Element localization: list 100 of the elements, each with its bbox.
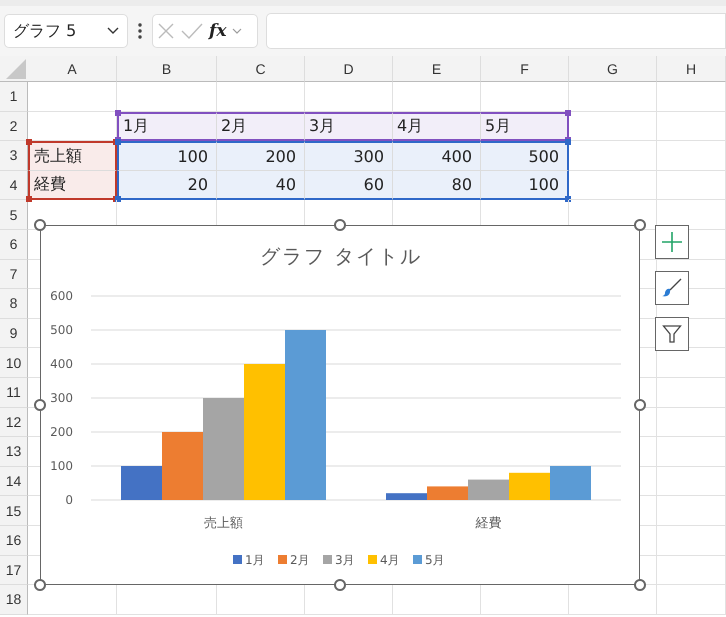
table-cell: [657, 141, 726, 171]
resize-handle[interactable]: [334, 219, 346, 231]
row-header[interactable]: 10: [0, 348, 28, 378]
insert-function-button[interactable]: fx: [209, 21, 226, 41]
table-cell: 300: [305, 141, 393, 171]
column-header[interactable]: B: [117, 56, 217, 82]
row-header[interactable]: 14: [0, 466, 28, 496]
row-header[interactable]: 3: [0, 141, 28, 171]
table-cell: [657, 585, 726, 615]
row-header[interactable]: 7: [0, 260, 28, 290]
legend-item[interactable]: 1月: [233, 553, 265, 567]
axis-tick-label: 600: [50, 289, 73, 303]
row-header[interactable]: 16: [0, 526, 28, 556]
row-header[interactable]: 18: [0, 585, 28, 615]
cancel-icon[interactable]: [157, 22, 175, 40]
table-cell: [657, 170, 726, 200]
table-cell: 400: [393, 141, 481, 171]
resize-handle[interactable]: [34, 219, 46, 231]
category-label: 経費: [476, 516, 502, 531]
chart-elements-button[interactable]: [655, 225, 689, 259]
table-cell: 40: [217, 170, 305, 200]
row-header[interactable]: 8: [0, 289, 28, 319]
resize-handle[interactable]: [634, 579, 646, 591]
dropdown-caret-icon: [107, 27, 119, 35]
column-header[interactable]: A: [28, 56, 117, 82]
legend-item[interactable]: 4月: [368, 553, 400, 567]
chart-styles-button[interactable]: [655, 271, 689, 305]
check-icon[interactable]: [181, 22, 203, 40]
row-header[interactable]: 4: [0, 170, 28, 200]
table-cell: [657, 466, 726, 496]
axis-tick-label: 300: [50, 391, 73, 405]
table-cell: 60: [305, 170, 393, 200]
resize-handle[interactable]: [634, 219, 646, 231]
column-header[interactable]: E: [393, 56, 481, 82]
table-cell: 200: [217, 141, 305, 171]
table-cell: 3月: [305, 112, 393, 142]
table-cell: [657, 112, 726, 142]
dropdown-caret-icon[interactable]: [232, 28, 242, 34]
name-box[interactable]: グラフ 5: [4, 14, 128, 48]
more-options-icon[interactable]: [138, 23, 142, 39]
resize-handle[interactable]: [634, 399, 646, 411]
row-header[interactable]: 11: [0, 378, 28, 408]
table-cell: 5月: [481, 112, 569, 142]
column-header[interactable]: H: [657, 56, 726, 82]
table-cell: [657, 496, 726, 526]
legend-label: 1月: [245, 553, 265, 567]
chart-area[interactable]: グラフ タイトル 0 100 200 300 400 500 600 売上額 経費 1月 2月 3月 4月 5月: [40, 225, 640, 585]
table-cell: 売上額: [28, 141, 117, 171]
table-cell: 500: [481, 141, 569, 171]
legend-label: 3月: [335, 553, 355, 567]
table-cell: 2月: [217, 112, 305, 142]
bar[interactable]: [468, 480, 509, 500]
table-cell: [657, 408, 726, 438]
row-header[interactable]: 13: [0, 437, 28, 467]
table-cell: 経費: [28, 170, 117, 200]
row-header[interactable]: 1: [0, 82, 28, 112]
legend-label: 2月: [290, 553, 310, 567]
axis-tick-label: 100: [50, 459, 73, 473]
column-header[interactable]: D: [305, 56, 393, 82]
legend-item[interactable]: 2月: [278, 553, 310, 567]
chart-filters-button[interactable]: [655, 317, 689, 351]
table-cell: 1月: [117, 112, 217, 142]
table-cell: [657, 556, 726, 586]
axis-tick-label: 400: [50, 357, 73, 371]
axis-tick-label: 500: [50, 323, 73, 337]
row-header[interactable]: 9: [0, 318, 28, 348]
table-cell: [657, 378, 726, 408]
legend-item[interactable]: 5月: [413, 553, 445, 567]
row-header[interactable]: 12: [0, 408, 28, 438]
row-header[interactable]: 2: [0, 112, 28, 142]
table-cell: [657, 526, 726, 556]
chart-title[interactable]: グラフ タイトル: [260, 244, 422, 268]
table-cell: 100: [117, 141, 217, 171]
column-header[interactable]: F: [481, 56, 569, 82]
resize-handle[interactable]: [334, 579, 346, 591]
row-header[interactable]: 5: [0, 200, 28, 230]
formula-input[interactable]: [266, 13, 726, 49]
column-header[interactable]: G: [569, 56, 657, 82]
legend-item[interactable]: 3月: [323, 553, 355, 567]
bar[interactable]: [386, 493, 427, 500]
table-cell: [657, 82, 726, 112]
table-cell: 100: [481, 170, 569, 200]
table-cell: 20: [117, 170, 217, 200]
legend-label: 5月: [425, 553, 445, 567]
resize-handle[interactable]: [34, 399, 46, 411]
row-header[interactable]: 17: [0, 556, 28, 586]
category-label: 売上額: [204, 516, 243, 531]
filter-icon: [662, 324, 682, 344]
name-box-value: グラフ 5: [13, 20, 76, 42]
row-header[interactable]: 15: [0, 496, 28, 526]
select-all-corner[interactable]: [0, 56, 28, 82]
table-cell: 4月: [393, 112, 481, 142]
row-header[interactable]: 6: [0, 230, 28, 260]
resize-handle[interactable]: [34, 579, 46, 591]
column-header[interactable]: C: [217, 56, 305, 82]
table-cell: 80: [393, 170, 481, 200]
table-cell: [657, 437, 726, 467]
bar[interactable]: [427, 486, 468, 500]
plus-icon: [661, 231, 683, 253]
axis-tick-label: 200: [50, 425, 73, 439]
